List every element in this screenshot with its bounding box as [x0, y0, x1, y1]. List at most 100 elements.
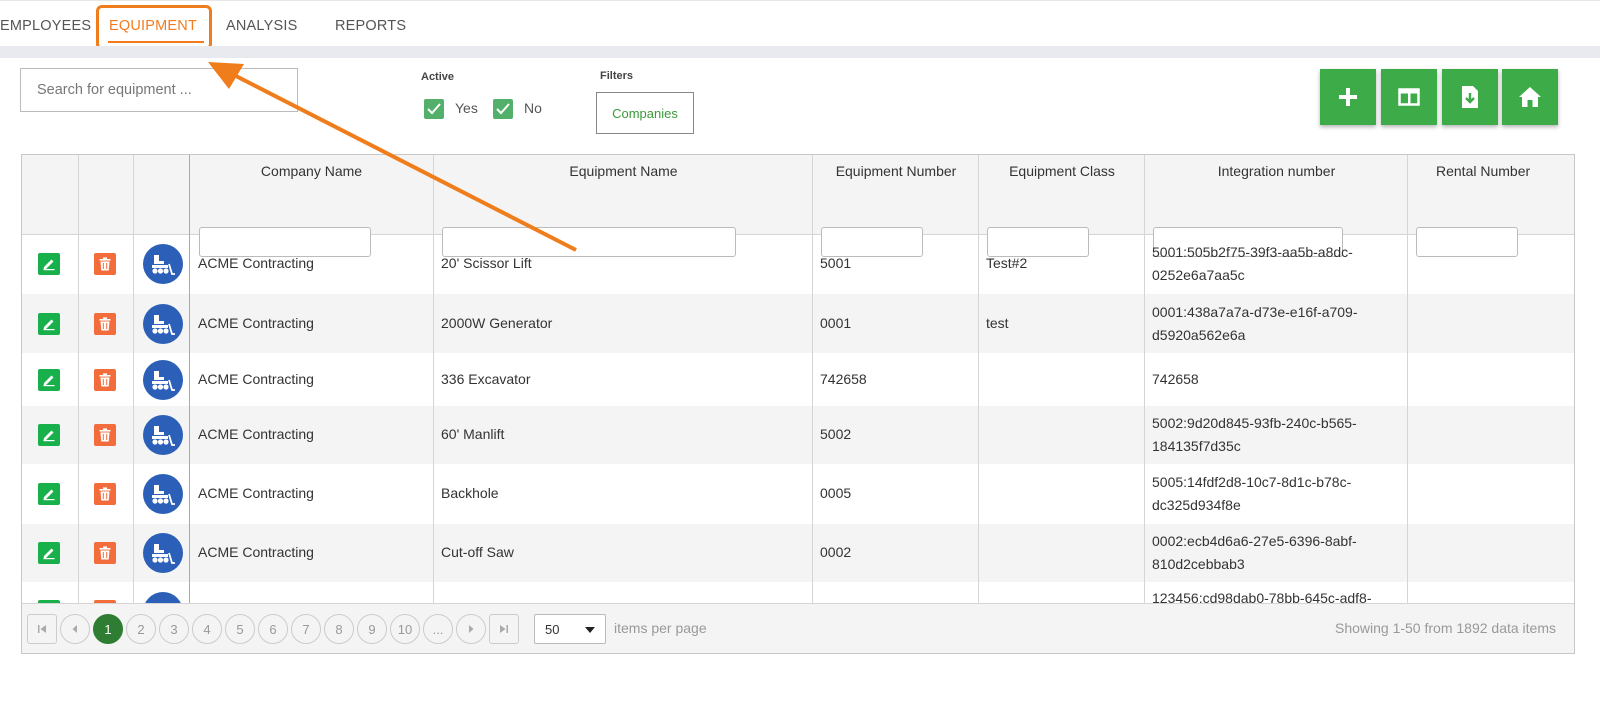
top-nav: EMPLOYEES EQUIPMENT ANALYSIS REPORTS — [0, 0, 1600, 50]
trash-icon — [99, 546, 111, 560]
equipment-details-button[interactable] — [143, 533, 183, 573]
table-row[interactable]: ACME Contracting 336 Excavator 742658 74265… — [22, 353, 1574, 406]
integration-number-cell: 0002:ecb4d6a6-27e5-6396-8abf- 810d2cebbab… — [1152, 530, 1357, 576]
delete-button[interactable] — [94, 542, 116, 564]
download-file-icon — [1462, 86, 1478, 108]
active-yes-label: Yes — [455, 100, 478, 116]
active-no-checkbox[interactable] — [493, 99, 513, 119]
table-row[interactable]: ACME Contracting 60' Manlift 5002 5002:9d20… — [22, 406, 1574, 464]
integration-number-line: 184135f7d35c — [1152, 438, 1241, 454]
add-equipment-button[interactable] — [1320, 69, 1376, 125]
trash-icon — [99, 316, 111, 330]
column-divider — [78, 155, 79, 653]
equipment-number-cell: 5002 — [820, 426, 852, 442]
delete-button[interactable] — [94, 253, 116, 275]
column-header-equipment-class[interactable]: Equipment Class — [979, 155, 1145, 187]
page-button[interactable]: 9 — [357, 614, 387, 644]
more-pages-button[interactable]: ... — [423, 614, 453, 644]
page-button[interactable]: 5 — [225, 614, 255, 644]
equipment-details-button[interactable] — [143, 415, 183, 455]
column-header-equipment-number[interactable]: Equipment Number — [813, 155, 979, 187]
table-row[interactable]: ACME Contracting 20' Scissor Lift 5001 Test… — [22, 234, 1574, 294]
pencil-icon — [43, 319, 55, 330]
grid-filter-row — [22, 187, 1574, 257]
next-page-button[interactable] — [456, 614, 486, 644]
page-button[interactable]: 2 — [126, 614, 156, 644]
equipment-icon — [152, 370, 175, 391]
equipment-details-button[interactable] — [143, 244, 183, 284]
delete-button[interactable] — [94, 368, 116, 391]
trash-icon — [99, 487, 111, 501]
pager-summary: Showing 1-50 from 1892 data items — [1334, 620, 1556, 636]
page-button[interactable]: 7 — [291, 614, 321, 644]
edit-button[interactable] — [38, 368, 60, 391]
edit-button[interactable] — [38, 253, 60, 275]
page-button[interactable]: 6 — [258, 614, 288, 644]
delete-button[interactable] — [94, 483, 116, 505]
equipment-number-cell: 0005 — [820, 485, 852, 501]
column-header-company-name[interactable]: Company Name — [190, 155, 433, 187]
companies-filter-button[interactable]: Companies — [596, 92, 694, 134]
column-header-integration-number[interactable]: Integration number — [1145, 155, 1408, 187]
page-button[interactable]: 10 — [390, 614, 420, 644]
equipment-name-cell[interactable]: 2000W Generator — [441, 315, 552, 331]
delete-button[interactable] — [94, 312, 116, 335]
table-row[interactable]: ACME Contracting Backhole 0005 5005:14fdf2d… — [22, 464, 1574, 524]
pencil-icon — [43, 430, 55, 442]
column-divider — [812, 155, 813, 653]
equipment-details-button[interactable] — [143, 474, 183, 514]
integration-number-line: dc325d934f8e — [1152, 497, 1241, 513]
integration-number-line: 5005:14fdf2d8-10c7-8d1c-b78c- — [1152, 474, 1352, 490]
tab-analysis[interactable]: ANALYSIS — [226, 18, 297, 34]
company-name-cell: ACME Contracting — [198, 426, 314, 442]
equipment-name-cell[interactable]: 20' Scissor Lift — [441, 255, 532, 271]
equipment-name-cell[interactable]: Backhole — [441, 485, 499, 501]
integration-number-cell: 0001:438a7a7a-d73e-e16f-a709- d5920a562e6… — [1152, 301, 1358, 347]
first-page-button[interactable] — [27, 614, 57, 644]
edit-button[interactable] — [38, 483, 60, 505]
equipment-number-cell: 5001 — [820, 255, 852, 271]
equipment-name-cell[interactable]: 60' Manlift — [441, 426, 504, 442]
equipment-details-button[interactable] — [143, 359, 183, 400]
page-button[interactable]: 1 — [93, 614, 123, 644]
equipment-name-cell[interactable]: 336 Excavator — [441, 371, 531, 387]
first-page-icon — [38, 625, 46, 633]
integration-number-line: 0002:ecb4d6a6-27e5-6396-8abf- — [1152, 533, 1357, 549]
company-name-cell: ACME Contracting — [198, 314, 314, 331]
equipment-details-button[interactable] — [143, 303, 183, 344]
integration-number-line: 5001:505b2f75-39f3-aa5b-a8dc- — [1152, 244, 1353, 260]
table-row[interactable]: ACME Contracting 2000W Generator 0001 test 0… — [22, 294, 1574, 353]
edit-button[interactable] — [38, 542, 60, 564]
trash-icon — [99, 428, 111, 442]
previous-page-icon — [72, 625, 77, 633]
equipment-search-input[interactable] — [20, 68, 298, 112]
tab-employees[interactable]: EMPLOYEES — [0, 18, 91, 34]
previous-page-button[interactable] — [60, 614, 90, 644]
columns-button[interactable] — [1381, 69, 1437, 125]
column-divider — [433, 155, 434, 653]
export-button[interactable] — [1442, 69, 1498, 125]
last-page-button[interactable] — [489, 614, 519, 644]
page-button[interactable]: 8 — [324, 614, 354, 644]
edit-button[interactable] — [38, 424, 60, 446]
page-button[interactable]: 3 — [159, 614, 189, 644]
checkmark-icon — [496, 103, 510, 115]
pencil-icon — [43, 259, 55, 271]
page-button[interactable]: 4 — [192, 614, 222, 644]
delete-button[interactable] — [94, 424, 116, 446]
home-button[interactable] — [1502, 69, 1558, 125]
column-header-equipment-name[interactable]: Equipment Name — [434, 155, 813, 187]
active-yes-checkbox[interactable] — [424, 99, 444, 119]
table-row[interactable]: ACME Contracting Cut-off Saw 0002 0002:ecb4… — [22, 524, 1574, 582]
grid-pager: 1 2 3 4 5 6 7 8 9 10... 50 items per page Showing… — [22, 603, 1574, 653]
columns-icon — [1398, 88, 1420, 106]
home-icon — [1519, 87, 1541, 107]
edit-button[interactable] — [38, 312, 60, 335]
integration-number-line: 0252e6a7aa5c — [1152, 267, 1245, 283]
column-header-rental-number[interactable]: Rental Number — [1436, 155, 1574, 187]
next-page-icon — [469, 625, 474, 633]
equipment-name-cell[interactable]: Cut-off Saw — [441, 544, 514, 560]
page-size-select[interactable]: 50 — [534, 614, 606, 644]
column-divider — [978, 155, 979, 653]
tab-reports[interactable]: REPORTS — [335, 18, 406, 34]
